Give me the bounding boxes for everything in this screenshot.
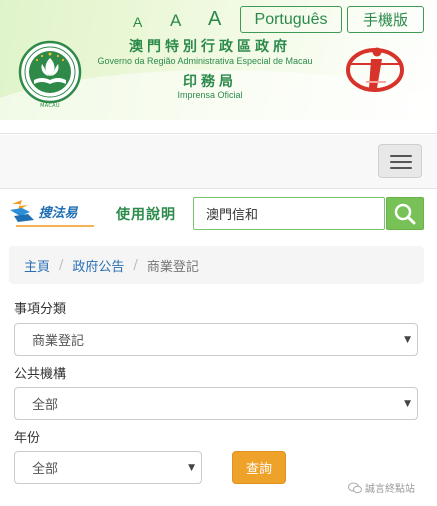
year-select-value: 全部 [32,462,59,477]
navbar [0,135,437,189]
breadcrumb-home-link[interactable]: 主頁 [24,256,50,275]
public-entity-select[interactable]: 全部 ▼ [14,387,418,420]
hamburger-bar-icon [390,155,412,157]
font-size-large-link[interactable]: A [208,8,221,31]
dropdown-arrow-icon: ▼ [404,335,411,345]
press-title-zh: 印務局 [183,74,237,90]
macau-emblem-icon [18,40,82,104]
public-entity-label: 公共機構 [14,367,67,382]
portuguese-language-button[interactable]: Português [240,6,342,33]
font-size-medium-link[interactable]: A [170,11,181,31]
imprensa-oficial-logo-icon [346,47,404,92]
hamburger-bar-icon [390,161,412,163]
category-label: 事項分類 [14,302,67,317]
category-select-value: 商業登記 [32,334,85,349]
search-input[interactable] [193,197,385,230]
watermark: 誠言終點站 [348,480,415,495]
site-header: MACAU A A A Português 手機版 澳門特別行政區政府 Gove… [0,0,437,120]
breadcrumb: 主頁 / 政府公告 / 商業登記 [9,246,424,284]
press-title-pt: Imprensa Oficial [177,90,243,100]
breadcrumb-current: 商業登記 [146,259,199,275]
emblem-caption: MACAU [40,103,60,109]
mobile-version-button[interactable]: 手機版 [347,6,424,33]
help-link[interactable]: 使用說明 [116,204,176,224]
font-size-small-link[interactable]: A [133,14,142,30]
category-select[interactable]: 商業登記 ▼ [14,323,418,356]
year-select[interactable]: 全部 ▼ [14,451,202,484]
year-label: 年份 [14,431,41,446]
search-button[interactable] [386,197,424,230]
government-title-zh: 澳門特別行政區政府 [129,39,291,55]
breadcrumb-announcements-link[interactable]: 政府公告 [72,256,124,275]
breadcrumb-separator: / [133,257,138,273]
public-entity-select-value: 全部 [32,398,59,413]
breadcrumb-separator: / [59,257,64,273]
search-icon [394,203,416,225]
header-divider [0,120,437,134]
wechat-icon [348,482,362,493]
query-button[interactable]: 查詢 [232,451,286,484]
dropdown-arrow-icon: ▼ [188,463,195,473]
dropdown-arrow-icon: ▼ [404,399,411,409]
sofayi-logo[interactable]: 搜法易 [8,196,100,232]
hamburger-bar-icon [390,167,412,169]
watermark-text: 誠言終點站 [365,484,415,495]
menu-toggle-button[interactable] [378,144,422,178]
sofayi-logo-text: 搜法易 [38,205,78,221]
government-title-pt: Governo da Região Administrativa Especia… [97,56,313,66]
